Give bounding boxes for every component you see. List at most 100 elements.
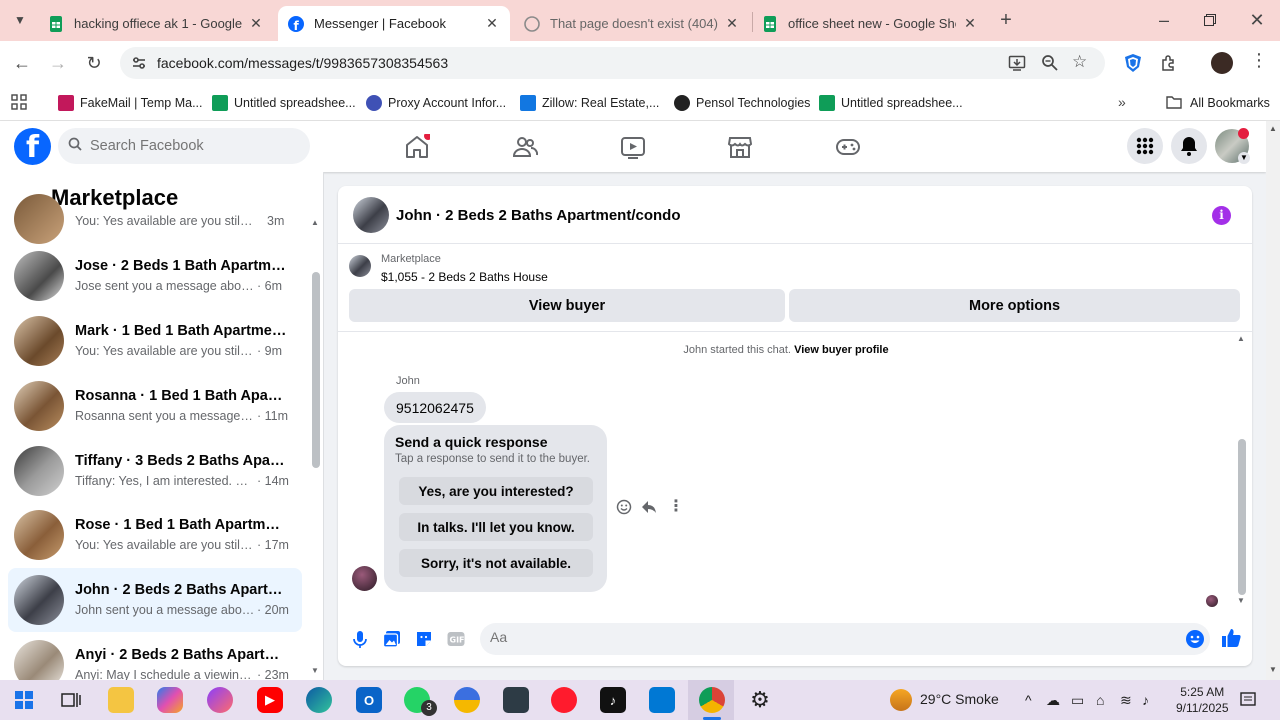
chrome-icon[interactable] — [699, 687, 725, 713]
more-bookmarks-icon[interactable]: » — [1118, 94, 1126, 110]
facebook-search[interactable] — [58, 128, 310, 164]
bookmark-proxy[interactable]: Proxy Account Infor... — [366, 92, 506, 114]
view-buyer-button[interactable]: View buyer — [349, 289, 785, 322]
copilot-icon[interactable] — [157, 687, 183, 713]
more-actions-icon[interactable]: ⋮ — [668, 496, 684, 516]
scroll-up-icon[interactable]: ▲ — [311, 218, 319, 227]
tab-404[interactable]: That page doesn't exist (404) - F ✕ — [514, 6, 750, 41]
clock[interactable]: 5:25 AM 9/11/2025 — [1176, 684, 1229, 716]
site-settings-icon[interactable] — [130, 54, 148, 77]
tab-messenger[interactable]: f Messenger | Facebook ✕ — [278, 6, 510, 41]
quick-response-yes[interactable]: Yes, are you interested? — [399, 477, 593, 505]
reply-icon[interactable] — [641, 499, 657, 520]
profile-avatar[interactable] — [1211, 52, 1233, 74]
minimize-icon[interactable]: – — [1152, 8, 1176, 32]
bookmark-fakemail[interactable]: FakeMail | Temp Ma... — [58, 92, 203, 114]
network-icon[interactable]: ⌂ — [1096, 692, 1104, 708]
onedrive-icon[interactable]: ☁ — [1046, 692, 1060, 709]
microsoft-store-icon[interactable] — [649, 687, 675, 713]
extensions-icon[interactable] — [1159, 53, 1179, 78]
settings-icon[interactable]: ⚙ — [747, 687, 773, 713]
chevron-down-icon[interactable]: ▼ — [1238, 152, 1250, 164]
bookmark-untitled-1[interactable]: Untitled spreadshee... — [212, 92, 356, 114]
search-input[interactable] — [90, 138, 290, 154]
listing-title[interactable]: $1,055 - 2 Beds 2 Baths House — [381, 270, 548, 284]
medal-icon[interactable] — [454, 687, 480, 713]
tab-office-sheet[interactable]: office sheet new - Google Shee ✕ — [752, 6, 988, 41]
sticker-icon[interactable] — [414, 629, 434, 649]
conversation-item[interactable]: Tiffany · 3 Beds 2 Baths Apartm... Tiffa… — [8, 439, 302, 503]
youtube-icon[interactable]: ▶ — [257, 687, 283, 713]
app-icon[interactable] — [207, 687, 233, 713]
close-tab-icon[interactable]: ✕ — [484, 15, 500, 32]
home-icon[interactable] — [404, 132, 432, 160]
volume-icon[interactable]: ♪ — [1142, 692, 1149, 708]
scroll-down-icon[interactable]: ▼ — [311, 666, 319, 675]
conversation-item[interactable]: Mark · 1 Bed 1 Bath Apartment/... You: Y… — [8, 309, 302, 373]
wifi-icon[interactable]: ≋ — [1120, 692, 1132, 709]
outlook-icon[interactable]: O — [356, 687, 382, 713]
chat-title[interactable]: John · 2 Beds 2 Baths Apartment/condo — [396, 207, 680, 224]
brave-shield-icon[interactable] — [1124, 53, 1142, 78]
chat-scrollbar[interactable] — [1238, 439, 1246, 595]
chat-scroll-up-icon[interactable]: ▲ — [1237, 334, 1245, 343]
close-tab-icon[interactable]: ✕ — [962, 15, 978, 32]
photo-icon[interactable] — [382, 629, 402, 649]
file-explorer-icon[interactable] — [108, 687, 134, 713]
chrome-menu-icon[interactable]: ⋮ — [1250, 50, 1268, 71]
quick-response-not-available[interactable]: Sorry, it's not available. — [399, 549, 593, 577]
react-icon[interactable] — [616, 499, 632, 520]
show-hidden-icons[interactable]: ^ — [1025, 692, 1032, 708]
tiktok-icon[interactable]: ♪ — [600, 687, 626, 713]
close-window-icon[interactable]: ✕ — [1245, 8, 1269, 32]
like-icon[interactable] — [1220, 627, 1241, 647]
bookmark-untitled-2[interactable]: Untitled spreadshee... — [819, 92, 963, 114]
task-view-icon[interactable] — [58, 687, 84, 713]
close-tab-icon[interactable]: ✕ — [724, 15, 740, 32]
battery-icon[interactable]: ▭ — [1071, 692, 1084, 709]
message-input[interactable] — [490, 629, 1170, 645]
microphone-icon[interactable] — [350, 629, 370, 649]
friends-icon[interactable] — [512, 134, 539, 160]
page-scroll-down-icon[interactable]: ▼ — [1269, 665, 1277, 674]
gif-icon[interactable]: GIF — [446, 629, 466, 649]
apps-grid-icon[interactable] — [11, 94, 27, 115]
bookmark-star-icon[interactable]: ☆ — [1072, 52, 1087, 72]
install-app-icon[interactable] — [1008, 54, 1026, 77]
all-bookmarks[interactable]: All Bookmarks — [1166, 92, 1270, 114]
conversation-item[interactable]: Rose · 1 Bed 1 Bath Apartment/c... You: … — [8, 503, 302, 567]
edge-icon[interactable] — [306, 687, 332, 713]
page-scrollbar[interactable]: ▲ ▼ — [1266, 121, 1280, 680]
back-icon[interactable]: ← — [10, 51, 34, 75]
emoji-icon[interactable] — [1185, 629, 1205, 654]
address-bar[interactable]: facebook.com/messages/t/9983657308354563… — [120, 47, 1105, 79]
close-tab-icon[interactable]: ✕ — [248, 15, 264, 32]
info-icon[interactable]: i — [1212, 206, 1231, 225]
conversation-item[interactable]: Anyi · 2 Beds 2 Baths Apartment... Anyi:… — [8, 633, 302, 680]
marketplace-icon[interactable] — [727, 134, 753, 160]
page-scroll-up-icon[interactable]: ▲ — [1269, 124, 1277, 133]
video-icon[interactable] — [620, 134, 646, 160]
menu-grid-button[interactable] — [1127, 128, 1163, 164]
windows-start-icon[interactable] — [11, 687, 37, 713]
weather-icon[interactable] — [890, 689, 912, 711]
chat-avatar[interactable] — [353, 197, 389, 233]
reload-icon[interactable]: ↻ — [82, 51, 106, 75]
sidebar-scrollbar[interactable] — [312, 272, 320, 468]
conversation-item-active[interactable]: John · 2 Beds 2 Baths Apartmen... John s… — [8, 568, 302, 632]
notification-center-icon[interactable] — [1240, 692, 1256, 711]
gaming-icon[interactable] — [835, 134, 861, 160]
conversation-item[interactable]: Rosanna · 1 Bed 1 Bath Apartme... Rosann… — [8, 374, 302, 438]
message-composer[interactable] — [480, 623, 1210, 655]
app-dark-icon[interactable] — [503, 687, 529, 713]
tab-hacking-offiece[interactable]: hacking offiece ak 1 - Google D ✕ — [38, 6, 274, 41]
facebook-logo[interactable]: f — [14, 128, 51, 165]
view-buyer-profile-link[interactable]: View buyer profile — [794, 344, 889, 356]
notifications-button[interactable] — [1171, 128, 1207, 164]
more-options-button[interactable]: More options — [789, 289, 1240, 322]
tab-search-icon[interactable]: ▼ — [8, 8, 32, 32]
restore-icon[interactable] — [1198, 8, 1222, 32]
sender-avatar[interactable] — [352, 566, 377, 591]
weather-text[interactable]: 29°C Smoke — [920, 691, 999, 707]
new-tab-icon[interactable]: + — [994, 8, 1018, 32]
